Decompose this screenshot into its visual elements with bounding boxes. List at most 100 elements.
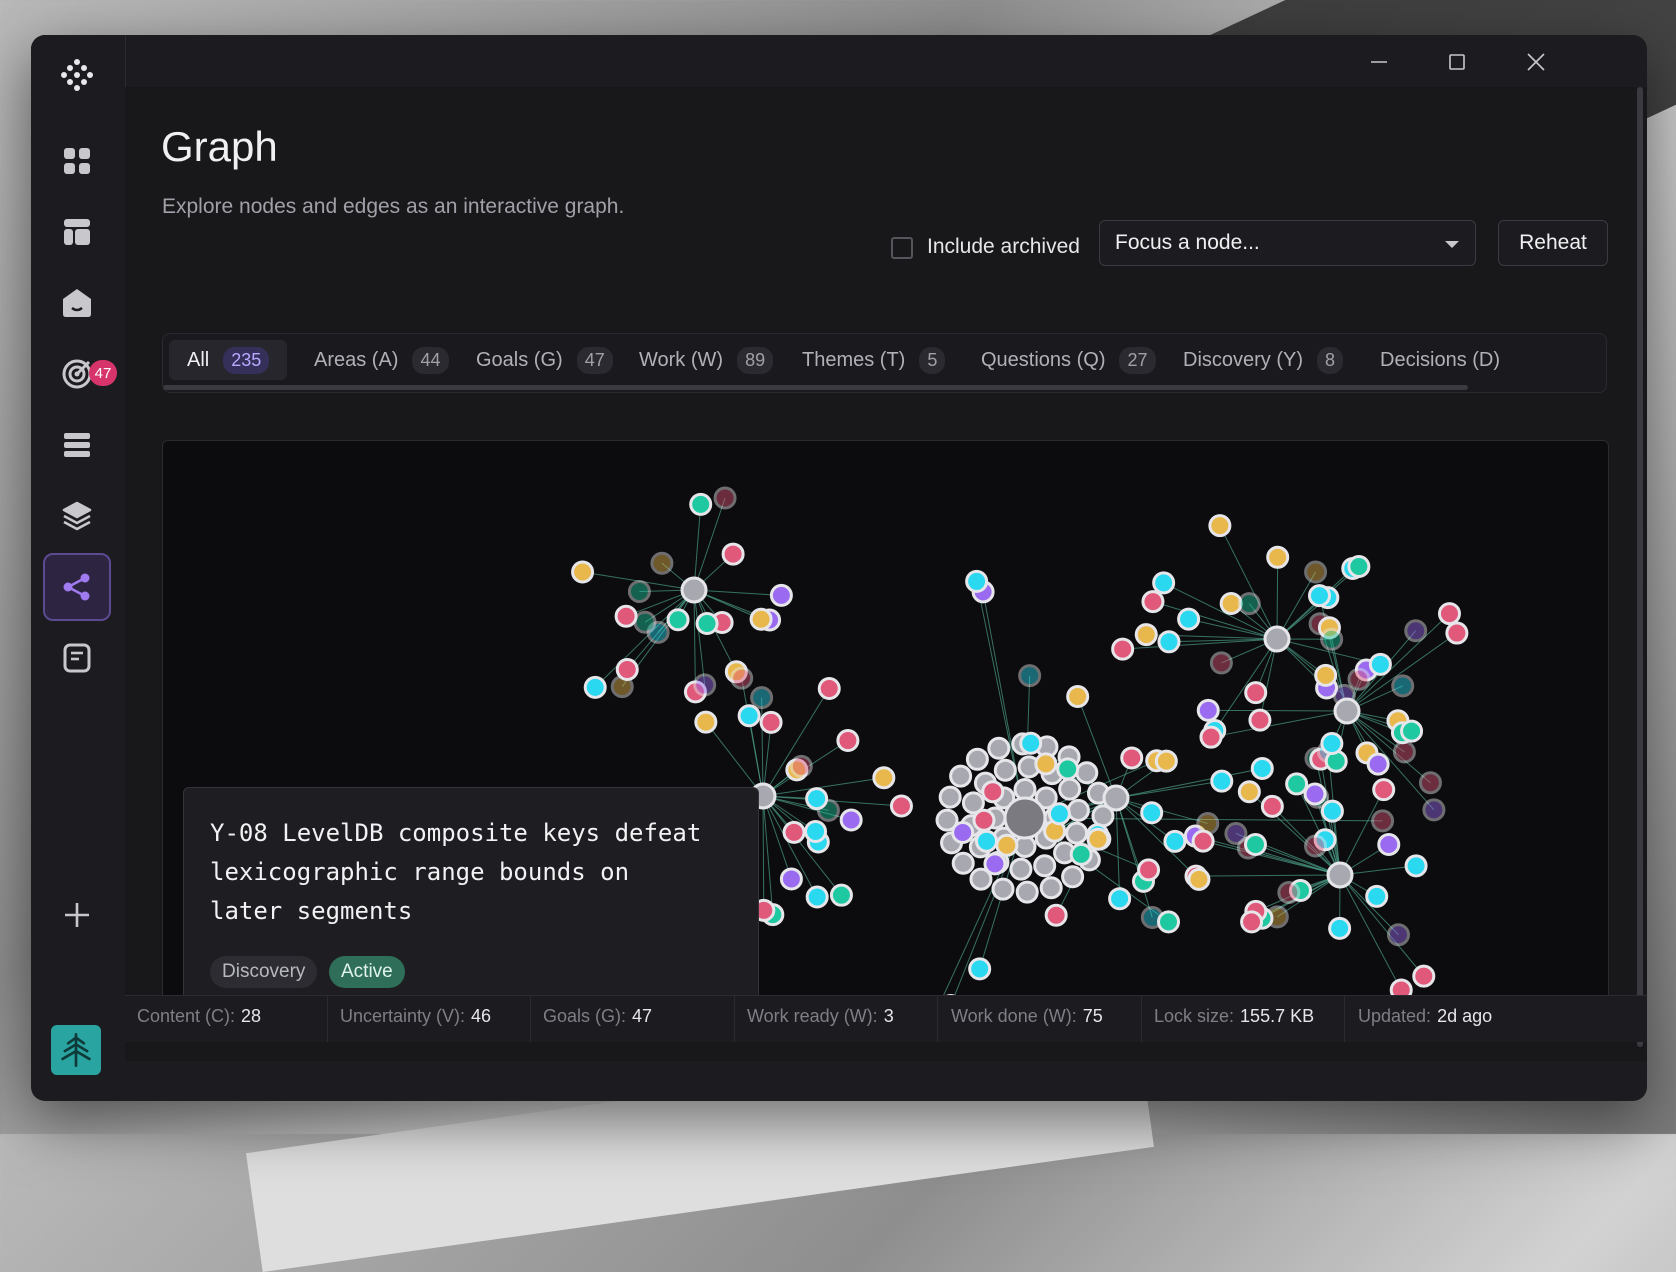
graph-node[interactable]	[970, 959, 990, 979]
graph-node[interactable]	[1036, 754, 1056, 774]
graph-node[interactable]	[993, 879, 1013, 899]
graph-node[interactable]	[1406, 856, 1426, 876]
graph-node[interactable]	[1201, 727, 1221, 747]
share-graph-icon[interactable]	[43, 553, 111, 621]
graph-node[interactable]	[1373, 811, 1393, 831]
graph-node[interactable]	[723, 544, 743, 564]
graph-node[interactable]	[807, 789, 827, 809]
graph-hub-node[interactable]	[1265, 627, 1289, 651]
graph-node[interactable]	[1060, 779, 1080, 799]
graph-node[interactable]	[1245, 834, 1265, 854]
graph-node[interactable]	[1349, 557, 1369, 577]
focus-node-select[interactable]: Focus a node...	[1099, 220, 1476, 266]
graph-node[interactable]	[1122, 748, 1142, 768]
graph-node[interactable]	[1212, 771, 1232, 791]
graph-node[interactable]	[1262, 796, 1282, 816]
graph-node[interactable]	[1242, 912, 1262, 932]
graph-node[interactable]	[1439, 604, 1459, 624]
reheat-button[interactable]: Reheat	[1498, 220, 1608, 266]
main-scrollbar[interactable]	[1637, 87, 1643, 1047]
graph-node[interactable]	[940, 787, 960, 807]
graph-node[interactable]	[635, 612, 655, 632]
graph-node[interactable]	[819, 678, 839, 698]
tab-discovery[interactable]: Discovery (Y)8	[1165, 340, 1361, 380]
note-icon[interactable]	[43, 624, 111, 692]
graph-node[interactable]	[784, 822, 804, 842]
graph-node[interactable]	[1388, 925, 1408, 945]
graph-node[interactable]	[967, 571, 987, 591]
graph-node[interactable]	[1406, 621, 1426, 641]
graph-node[interactable]	[838, 731, 858, 751]
graph-node[interactable]	[1316, 665, 1336, 685]
graph-node[interactable]	[1246, 683, 1266, 703]
home-icon[interactable]	[43, 269, 111, 337]
graph-hub-node[interactable]	[1005, 798, 1045, 838]
tab-goals[interactable]: Goals (G)47	[458, 340, 631, 380]
graph-node[interactable]	[985, 854, 1005, 874]
close-icon[interactable]	[1514, 45, 1558, 79]
graph-node[interactable]	[1139, 860, 1159, 880]
graph-node[interactable]	[732, 668, 752, 688]
grid-icon[interactable]	[43, 127, 111, 195]
graph-node[interactable]	[573, 562, 593, 582]
graph-node[interactable]	[1414, 966, 1434, 986]
graph-node[interactable]	[1268, 547, 1288, 567]
graph-node[interactable]	[1046, 905, 1066, 925]
graph-hub-node[interactable]	[682, 578, 706, 602]
graph-node[interactable]	[1368, 754, 1388, 774]
graph-node[interactable]	[1330, 918, 1350, 938]
graph-canvas[interactable]: Y-08 LevelDB composite keys defeat lexic…	[162, 440, 1609, 1036]
graph-node[interactable]	[781, 869, 801, 889]
graph-node[interactable]	[752, 688, 772, 708]
graph-node[interactable]	[1322, 801, 1342, 821]
graph-node[interactable]	[1447, 623, 1467, 643]
graph-node[interactable]	[1017, 882, 1037, 902]
include-archived-label[interactable]: Include archived	[927, 235, 1080, 259]
graph-node[interactable]	[1306, 836, 1326, 856]
graph-node[interactable]	[1349, 669, 1369, 689]
graph-node[interactable]	[1193, 831, 1213, 851]
logo-icon[interactable]	[43, 41, 111, 109]
graph-node[interactable]	[1021, 733, 1041, 753]
maximize-icon[interactable]	[1435, 45, 1479, 79]
graph-node[interactable]	[1020, 666, 1040, 686]
graph-node[interactable]	[616, 606, 636, 626]
graph-node[interactable]	[1063, 867, 1083, 887]
plus-icon[interactable]	[43, 881, 111, 949]
graph-node[interactable]	[1156, 751, 1176, 771]
graph-node[interactable]	[1250, 710, 1270, 730]
graph-node[interactable]	[617, 660, 637, 680]
graph-node[interactable]	[1058, 759, 1078, 779]
graph-node[interactable]	[1239, 782, 1259, 802]
graph-node[interactable]	[1088, 829, 1108, 849]
graph-node[interactable]	[1035, 856, 1055, 876]
graph-node[interactable]	[1322, 734, 1342, 754]
graph-node[interactable]	[1159, 912, 1179, 932]
graph-node[interactable]	[995, 760, 1015, 780]
graph-node[interactable]	[761, 712, 781, 732]
graph-node[interactable]	[739, 706, 759, 726]
tab-decisions[interactable]: Decisions (D)	[1362, 340, 1518, 380]
graph-node[interactable]	[652, 553, 672, 573]
graph-node[interactable]	[1041, 878, 1061, 898]
graph-node[interactable]	[1068, 686, 1088, 706]
list-icon[interactable]	[43, 411, 111, 479]
graph-node[interactable]	[1113, 639, 1133, 659]
graph-node[interactable]	[1279, 882, 1299, 902]
graph-node[interactable]	[771, 585, 791, 605]
graph-node[interactable]	[967, 749, 987, 769]
graph-node[interactable]	[585, 677, 605, 697]
graph-node[interactable]	[997, 835, 1017, 855]
graph-node[interactable]	[696, 712, 716, 732]
graph-node[interactable]	[891, 796, 911, 816]
graph-node[interactable]	[1011, 859, 1031, 879]
graph-node[interactable]	[715, 488, 735, 508]
graph-node[interactable]	[1226, 823, 1246, 843]
graph-node[interactable]	[953, 853, 973, 873]
graph-node[interactable]	[1067, 823, 1087, 843]
graph-node[interactable]	[1068, 800, 1088, 820]
graph-node[interactable]	[691, 494, 711, 514]
graph-node[interactable]	[983, 782, 1003, 802]
graph-node[interactable]	[806, 821, 826, 841]
layers-icon[interactable]	[43, 482, 111, 550]
